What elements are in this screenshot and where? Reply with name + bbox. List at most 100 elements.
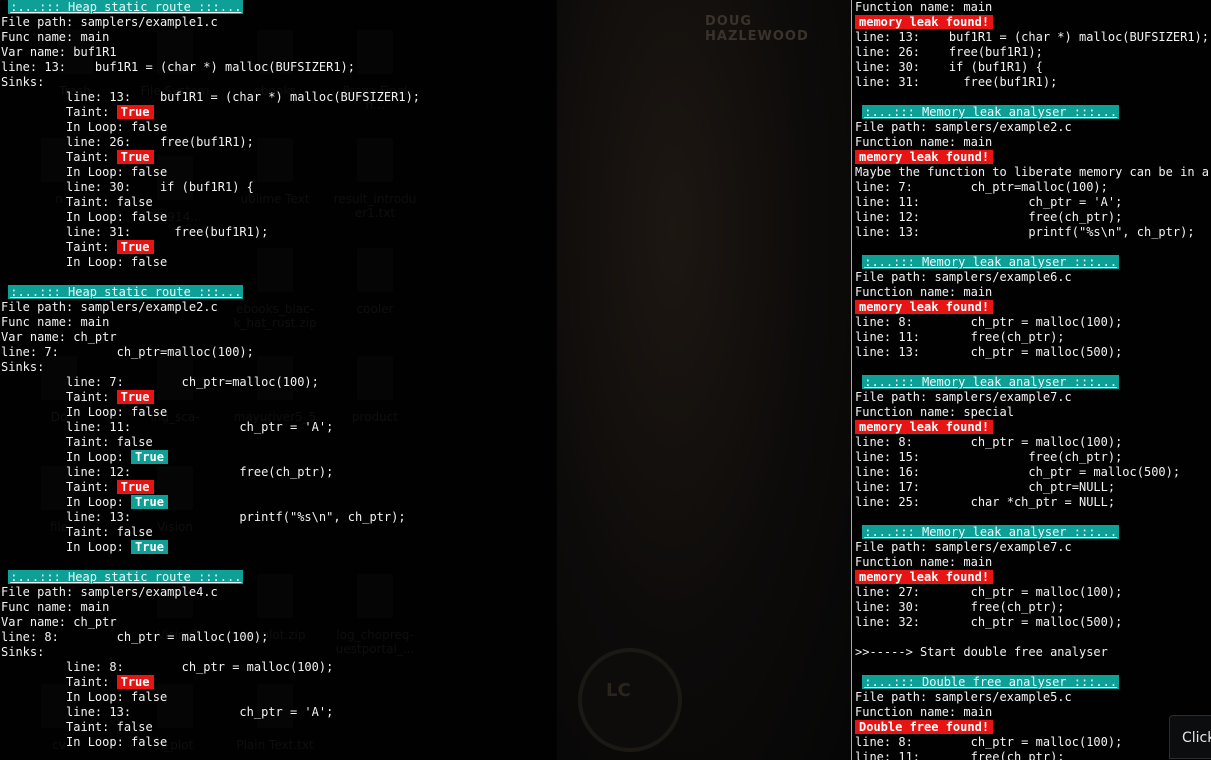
terminal-line-text: line: 13: buf1R1 = (char *) malloc(BUFSI… [855,30,1210,44]
terminal-line-text: Taint: [1,105,117,119]
terminal-line: :...::: Heap static route :::... [1,570,557,585]
terminal-line-text: line: 32: ch_ptr = malloc(500); [855,615,1123,629]
terminal-line: :...::: Memory leak analyser :::... [855,375,1211,390]
terminal-right[interactable]: Function name: main memory leak found! lin… [851,0,1211,760]
terminal-line: In Loop: false [1,255,557,270]
terminal-line: line: 26: free(buf1R1); [855,45,1211,60]
terminal-line: Maybe the function to liberate memory ca… [855,165,1211,180]
section-header-badge: :...::: Heap static route :::... [8,0,244,14]
terminal-line-text: line: 25: char *ch_ptr = NULL; [855,495,1116,509]
terminal-line: memory leak found! [855,420,1211,435]
terminal-line: line: 13: buf1R1 = (char *) malloc(BUFSI… [855,30,1211,45]
terminal-line: File path: samplers/example2.c [855,120,1211,135]
terminal-line: line: 8: ch_ptr = malloc(100); [855,315,1211,330]
section-header-badge: :...::: Heap static route :::... [8,285,244,299]
terminal-line-text: Sinks: [1,645,45,659]
terminal-line: Function name: main [855,0,1211,15]
status-badge: True [131,540,168,554]
status-badge: memory leak found! [855,420,994,434]
terminal-line: Sinks: [1,360,557,375]
terminal-line-text: In Loop: [1,450,132,464]
status-badge: True [131,495,168,509]
terminal-line-text: line: 8: ch_ptr = malloc(100); [855,735,1123,749]
terminal-line: In Loop: false [1,120,557,135]
terminal-line: File path: samplers/example1.c [1,15,557,30]
terminal-line-text: In Loop: [1,495,132,509]
terminal-line-text: line: 31: free(buf1R1); [855,75,1058,89]
terminal-line: File path: samplers/example6.c [855,270,1211,285]
notification-popup[interactable]: Click [1169,715,1211,759]
terminal-line: line: 30: if (buf1R1) { [855,60,1211,75]
terminal-line-text: Function name: main [855,0,993,14]
terminal-line: line: 13: printf("%s\n", ch_ptr); [1,510,557,525]
terminal-line-text: Sinks: [1,360,45,374]
terminal-line: line: 13: ch_ptr = 'A'; [1,705,557,720]
terminal-line: line: 13: ch_ptr = malloc(500); [855,345,1211,360]
terminal-line: Taint: True [1,240,557,255]
terminal-line: In Loop: True [1,495,557,510]
terminal-line-text: Func name: main [1,315,110,329]
terminal-line: File path: samplers/example2.c [1,300,557,315]
section-header-badge: :...::: Heap static route :::... [8,570,244,584]
wallpaper-badge-text: LC [606,680,631,701]
terminal-line-text: Taint: [1,480,117,494]
terminal-line-text: line: 27: ch_ptr = malloc(100); [855,585,1123,599]
terminal-line: Taint: True [1,480,557,495]
terminal-line-text: Func name: main [1,30,110,44]
status-badge: True [116,480,154,494]
terminal-line: Var name: buf1R1 [1,45,557,60]
terminal-line-text: line: 13: buf1R1 = (char *) malloc(BUFSI… [1,90,421,104]
terminal-line: File path: samplers/example7.c [855,390,1211,405]
terminal-line: :...::: Memory leak analyser :::... [855,525,1211,540]
terminal-line: :...::: Double free analyser :::... [855,675,1211,690]
terminal-line-text: Function name: main [855,555,993,569]
terminal-line: Sinks: [1,75,557,90]
terminal-line: Var name: ch_ptr [1,330,557,345]
terminal-line-text: line: 7: ch_ptr=malloc(100); [1,375,319,389]
terminal-line: memory leak found! [855,300,1211,315]
terminal-line-text: Maybe the function to liberate memory ca… [855,165,1211,179]
terminal-line: line: 13: printf("%s\n", ch_ptr); [855,225,1211,240]
status-badge: True [116,675,154,689]
terminal-line: line: 32: ch_ptr = malloc(500); [855,615,1211,630]
terminal-line: In Loop: false [1,690,557,705]
terminal-line-text: line: 17: ch_ptr=NULL; [855,480,1116,494]
terminal-line-text: Taint: [1,150,117,164]
terminal-left[interactable]: :...::: Heap static route :::... File pat… [0,0,557,760]
section-header-badge: :...::: Memory leak analyser :::... [862,375,1120,389]
status-badge: True [116,240,154,254]
terminal-line-text: line: 11: free(ch_ptr); [855,750,1065,760]
terminal-line: Sinks: [1,645,557,660]
terminal-line: Var name: ch_ptr [1,615,557,630]
terminal-line-text: >>-----> Start double free analyser [855,645,1108,659]
terminal-line: Func name: main [1,315,557,330]
terminal-line-text: line: 16: ch_ptr = malloc(500); [855,465,1181,479]
terminal-line: Function name: main [855,705,1211,720]
terminal-line: line: 16: ch_ptr = malloc(500); [855,465,1211,480]
terminal-line: Function name: main [855,135,1211,150]
wallpaper: DOUG HAZLEWOOD [555,0,851,760]
terminal-line-text: line: 13: printf("%s\n", ch_ptr); [1,510,406,524]
terminal-line-text: In Loop: [1,540,132,554]
terminal-line-text: line: 15: free(ch_ptr); [855,450,1123,464]
notification-text: Click [1182,730,1211,746]
terminal-line: Func name: main [1,30,557,45]
terminal-line-text: line: 7: ch_ptr=malloc(100); [1,345,254,359]
terminal-line: File path: samplers/example4.c [1,585,557,600]
terminal-line-text: line: 30: if (buf1R1) { [1,180,254,194]
terminal-line-text: Var name: buf1R1 [1,45,117,59]
terminal-line: In Loop: false [1,405,557,420]
terminal-line: Taint: True [1,675,557,690]
section-header-badge: :...::: Memory leak analyser :::... [862,255,1120,269]
terminal-line-text: In Loop: false [1,165,168,179]
terminal-line: File path: samplers/example5.c [855,690,1211,705]
terminal-line: line: 13: buf1R1 = (char *) malloc(BUFSI… [1,60,557,75]
terminal-line-text: line: 12: free(ch_ptr); [1,465,334,479]
